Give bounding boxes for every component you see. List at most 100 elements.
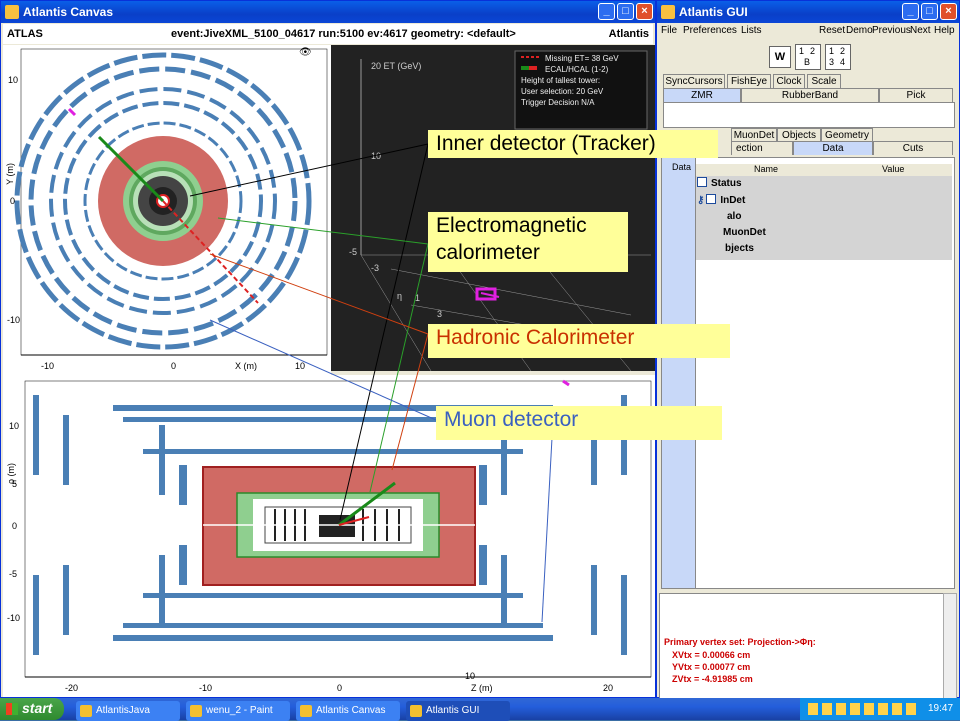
canvas-titlebar[interactable]: Atlantis Canvas _ □ × bbox=[1, 1, 655, 23]
tab-zmr[interactable]: ZMR bbox=[663, 88, 741, 102]
xy-view-graphic bbox=[14, 48, 328, 356]
rz-y-tick-0: 0 bbox=[12, 521, 18, 531]
header-atlantis: Atlantis bbox=[608, 28, 649, 40]
java-icon bbox=[300, 705, 312, 717]
taskbar-item-atlantisjava[interactable]: AtlantisJava bbox=[76, 701, 180, 721]
output-line-4: ZVtx = -4.91985 cm bbox=[672, 674, 753, 684]
xy-x-axis-label: X (m) bbox=[235, 361, 257, 371]
tab-geometry[interactable]: Geometry bbox=[821, 128, 873, 142]
rz-x-tick-10: 10 bbox=[465, 671, 476, 681]
tree-item-status[interactable]: Status bbox=[697, 177, 742, 189]
tree-label-muondet: MuonDet bbox=[723, 227, 766, 238]
xy-y-axis-label: Y (m) bbox=[5, 163, 15, 185]
lego-tick-1: 1 bbox=[415, 293, 421, 303]
maximize-button[interactable]: □ bbox=[921, 3, 938, 20]
gui-titlebar[interactable]: Atlantis GUI _ □ × bbox=[657, 1, 959, 23]
col-value: Value bbox=[882, 164, 905, 174]
close-button[interactable]: × bbox=[940, 3, 957, 20]
tray-icons[interactable] bbox=[808, 703, 918, 715]
legend-missing-et: Missing ET= 38 GeV bbox=[545, 54, 619, 63]
rz-y-tick-minus5: -5 bbox=[9, 569, 18, 579]
tab-data[interactable]: Data bbox=[793, 141, 873, 155]
window-layout-2-button[interactable]: 1 2 3 4 bbox=[825, 44, 851, 70]
start-button[interactable]: start bbox=[0, 698, 64, 720]
tab-pick[interactable]: Pick bbox=[879, 88, 953, 102]
header-atlas: ATLAS bbox=[7, 28, 43, 40]
taskbar-label-3: Atlantis GUI bbox=[426, 705, 480, 716]
legend-user-selection: User selection: 20 GeV bbox=[521, 87, 604, 96]
lego-eta-label: η bbox=[397, 291, 403, 301]
start-label: start bbox=[22, 700, 53, 716]
taskbar-item-canvas[interactable]: Atlantis Canvas bbox=[296, 701, 400, 721]
menu-lists[interactable]: Lists bbox=[741, 25, 762, 36]
side-tab-label: Data bbox=[672, 162, 692, 172]
eye-icon[interactable]: 👁 bbox=[299, 47, 312, 58]
callout-hadronic-calorimeter: Hadronic Calorimeter bbox=[428, 324, 730, 358]
paint-icon bbox=[190, 705, 202, 717]
window-layout-1-button[interactable]: 1 2 B bbox=[795, 44, 821, 70]
layout2-cell-2: 2 bbox=[840, 46, 846, 56]
xy-x-tick-10: 10 bbox=[295, 361, 306, 371]
tab-cuts[interactable]: Cuts bbox=[873, 141, 953, 155]
checkbox-icon[interactable] bbox=[706, 194, 717, 204]
maximize-button[interactable]: □ bbox=[617, 3, 634, 20]
legend-trigger: Trigger Decision N/A bbox=[521, 98, 595, 107]
tree-item-indet[interactable]: ⚷ InDet bbox=[697, 194, 745, 206]
taskbar-item-gui[interactable]: Atlantis GUI bbox=[406, 701, 510, 721]
xy-view[interactable]: Y (m) 10 0 -10 -10 0 X (m) 10 👁 bbox=[3, 45, 331, 375]
output-line-1: Primary vertex set: Projection->Φη: bbox=[664, 637, 816, 647]
clock: 19:47 bbox=[928, 703, 954, 714]
legend-height: Height of tallest tower: bbox=[521, 76, 601, 85]
tree-label-indet: InDet bbox=[720, 195, 746, 206]
tab-scale[interactable]: Scale bbox=[807, 74, 841, 88]
tree-item-muondet[interactable]: MuonDet bbox=[723, 227, 766, 238]
tab-fisheye[interactable]: FishEye bbox=[727, 74, 771, 88]
tab-muondet[interactable]: MuonDet bbox=[731, 128, 777, 142]
folder-icon bbox=[80, 705, 92, 717]
tree-item-calo[interactable]: alo bbox=[727, 211, 741, 222]
layout1-cell-2: 2 bbox=[810, 46, 816, 56]
lego-tick-minus3: -3 bbox=[371, 263, 380, 273]
legend-ecal-hcal: ECAL/HCAL (1-2) bbox=[545, 65, 609, 74]
menu-file[interactable]: File bbox=[661, 25, 677, 36]
output-console[interactable]: Primary vertex set: Projection->Φη: XVtx… bbox=[659, 593, 945, 699]
output-scrollbar[interactable] bbox=[943, 593, 957, 699]
taskbar-item-paint[interactable]: wenu_2 - Paint bbox=[186, 701, 290, 721]
col-name: Name bbox=[754, 164, 779, 174]
menu-previous[interactable]: Previous bbox=[872, 25, 911, 36]
rz-y-tick-minus10: -10 bbox=[7, 613, 21, 623]
tab-objects[interactable]: Objects bbox=[777, 128, 821, 142]
minimize-button[interactable]: _ bbox=[598, 3, 615, 20]
taskbar: start AtlantisJava wenu_2 - Paint Atlant… bbox=[0, 698, 960, 721]
menu-demo[interactable]: Demo bbox=[846, 25, 873, 36]
lego-view[interactable]: 20 ET (GeV) 10 -5 -3 η 1 3 Missing ET= 3… bbox=[331, 45, 655, 372]
minimize-button[interactable]: _ bbox=[902, 3, 919, 20]
xy-y-tick-10: 10 bbox=[8, 75, 19, 85]
window-w-button[interactable]: W bbox=[769, 46, 791, 68]
tab-rubberband[interactable]: RubberBand bbox=[741, 88, 879, 102]
tab-synccursors[interactable]: SyncCursors bbox=[663, 74, 725, 88]
rz-y-tick-10: 10 bbox=[9, 421, 20, 431]
menu-next[interactable]: Next bbox=[910, 25, 931, 36]
system-tray: 19:47 bbox=[800, 698, 960, 720]
lego-axis-label: 20 ET (GeV) bbox=[371, 61, 422, 71]
xy-y-tick-minus10: -10 bbox=[7, 315, 21, 325]
menu-help[interactable]: Help bbox=[934, 25, 955, 36]
tab-clock[interactable]: Clock bbox=[773, 74, 805, 88]
data-side-tab[interactable]: Data bbox=[661, 157, 697, 589]
tree-item-objects[interactable]: bjects bbox=[725, 243, 754, 254]
canvas-header: ATLAS event:JiveXML_5100_04617 run:5100 … bbox=[3, 24, 653, 44]
expand-key-icon[interactable]: ⚷ bbox=[697, 195, 704, 206]
taskbar-label-2: Atlantis Canvas bbox=[316, 705, 386, 716]
rz-x-tick-20: 20 bbox=[603, 683, 614, 693]
menu-preferences[interactable]: Preferences bbox=[683, 25, 737, 36]
tree-label-status: Status bbox=[711, 178, 742, 189]
menu-reset[interactable]: Reset bbox=[819, 25, 845, 36]
rz-y-tick-5: 5 bbox=[12, 479, 18, 489]
gui-menubar: File Preferences Lists Reset Demo Previo… bbox=[657, 23, 959, 39]
checkbox-icon[interactable] bbox=[697, 177, 707, 187]
close-button[interactable]: × bbox=[636, 3, 653, 20]
layout2-cell-1: 1 bbox=[829, 46, 835, 56]
tab-projection[interactable]: ection bbox=[731, 141, 793, 155]
layout2-cell-4: 4 bbox=[840, 57, 846, 67]
